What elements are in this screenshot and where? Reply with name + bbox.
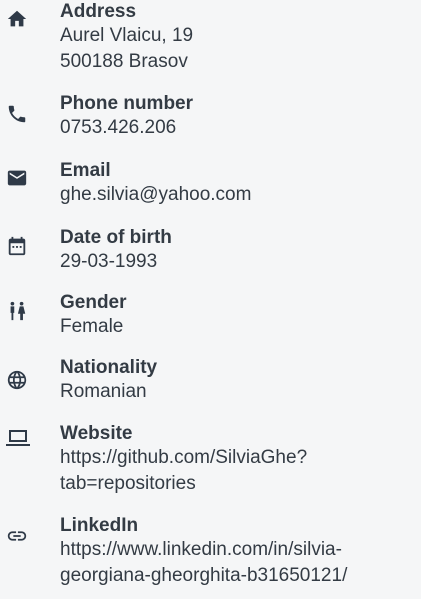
gender-label: Gender <box>60 292 127 313</box>
email-value: ghe.silvia@yahoo.com <box>60 184 252 205</box>
phone-icon <box>6 103 28 125</box>
people-icon <box>6 300 28 322</box>
email-label: Email <box>60 160 111 181</box>
website-url-line-2[interactable]: tab=repositories <box>60 471 417 497</box>
nationality-value: Romanian <box>60 381 147 402</box>
gender-value: Female <box>60 316 124 337</box>
laptop-icon <box>5 427 31 449</box>
website-label: Website <box>60 423 133 444</box>
mail-icon <box>6 167 28 189</box>
linkedin-url-line-2[interactable]: georgiana-gheorghita-b31650121/ <box>60 563 417 589</box>
nationality-label: Nationality <box>60 357 158 378</box>
link-icon <box>6 525 28 547</box>
home-icon <box>6 8 28 30</box>
phone-label: Phone number <box>60 93 194 114</box>
globe-icon <box>6 369 28 391</box>
linkedin-label: LinkedIn <box>60 515 139 536</box>
website-url-line-1[interactable]: https://github.com/SilviaGhe? <box>60 445 417 471</box>
linkedin-url-line-1[interactable]: https://www.linkedin.com/in/silvia- <box>60 537 417 563</box>
address-label: Address <box>60 1 137 22</box>
date-of-birth-value: 29-03-1993 <box>60 251 158 272</box>
calendar-icon <box>6 235 28 257</box>
phone-value: 0753.426.206 <box>60 117 177 138</box>
address-line-2: 500188 Brasov <box>60 51 188 72</box>
date-of-birth-label: Date of birth <box>60 227 172 248</box>
address-line-1: Aurel Vlaicu, 19 <box>60 25 194 46</box>
